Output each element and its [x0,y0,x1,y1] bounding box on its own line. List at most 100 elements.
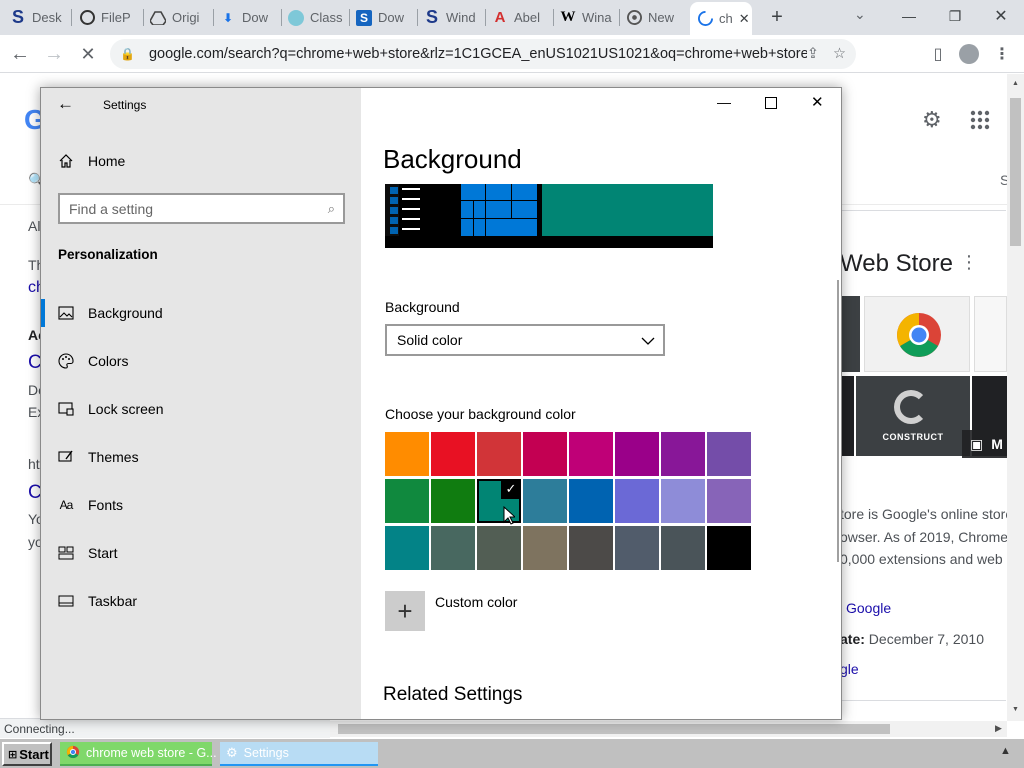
settings-content: — ✕ Background Background Solid color Ch… [361,88,841,719]
maximize-icon[interactable] [765,97,777,109]
restore-icon[interactable]: ❐ [932,0,978,32]
construct-logo [894,390,928,424]
more-options-icon[interactable]: ⋮ [960,252,978,273]
share-icon[interactable]: ⇪ [807,46,819,62]
preview-line [402,228,420,230]
nav-background[interactable]: Background [41,291,361,335]
preview-grid [485,184,486,236]
task-settings[interactable]: ⚙ Settings [220,742,378,766]
color-swatch[interactable] [615,526,659,570]
back-arrow-icon[interactable]: ← [57,94,74,114]
chevron-down-icon[interactable]: ⌄ [854,6,874,26]
content-scrollbar[interactable] [837,280,839,562]
nav-taskbar[interactable]: Taskbar [41,579,361,623]
new-tab-icon[interactable]: + [766,6,788,28]
custom-color-label[interactable]: Custom color [435,594,517,610]
color-swatch[interactable] [661,526,705,570]
color-swatch[interactable] [431,479,475,523]
color-swatch[interactable] [707,479,751,523]
stop-icon[interactable]: ✕ [74,40,102,68]
menu-icon[interactable]: ⋮ [988,40,1016,68]
scroll-thumb[interactable] [1010,98,1021,246]
task-chrome[interactable]: chrome web store - G... [60,742,217,766]
panel-title: Web Store [840,250,953,277]
nav-lock-screen[interactable]: Lock screen [41,387,361,431]
minimize-icon[interactable]: — [886,0,932,32]
nav-fonts[interactable]: Aa Fonts [41,483,361,527]
tab-8[interactable]: W Wina [560,0,620,35]
find-setting-input[interactable]: Find a setting ⌕ [58,193,345,224]
close-window-icon[interactable]: ✕ [978,0,1024,32]
background-type-select[interactable]: Solid color [385,324,665,356]
color-swatch[interactable] [385,526,429,570]
add-custom-color-button[interactable]: + [385,591,425,631]
address-bar[interactable]: 🔒 google.com/search?q=chrome+web+store&r… [110,39,856,69]
result-text: Al [28,218,41,234]
nav-start[interactable]: Start [41,531,361,575]
tab-2[interactable]: Origi [150,0,214,35]
color-swatch[interactable] [569,526,613,570]
developer-link[interactable]: Google [846,600,891,616]
tab-3[interactable]: ⬇ Dow [220,0,282,35]
color-swatch[interactable] [569,479,613,523]
tab-6[interactable]: S Wind [424,0,486,35]
tab-9[interactable]: New [626,0,686,35]
forward-icon[interactable]: → [40,40,68,68]
panel-divider [838,210,1006,211]
back-icon[interactable]: ← [6,40,34,68]
color-swatch[interactable] [385,432,429,476]
nav-home[interactable]: Home [41,139,361,183]
color-swatch[interactable] [431,526,475,570]
tab-0[interactable]: S Desk [10,0,72,35]
tab-4[interactable]: Class [288,0,350,35]
wikipedia-icon: W [560,9,576,25]
color-swatch[interactable] [523,479,567,523]
color-swatch[interactable] [707,526,751,570]
color-swatch[interactable] [431,432,475,476]
tab-7[interactable]: A Abel [492,0,554,35]
loading-icon [697,11,713,27]
color-swatch[interactable] [477,432,521,476]
color-swatch[interactable] [615,479,659,523]
search-icon[interactable]: ⌕ [328,201,335,217]
scroll-up-icon[interactable]: ▲ [1012,80,1019,87]
color-swatch[interactable] [707,432,751,476]
chevron-down-icon [641,332,655,348]
vertical-scrollbar[interactable]: ▲ ▼ [1007,74,1024,721]
star-icon[interactable]: ☆ [833,46,846,62]
color-swatch[interactable] [569,432,613,476]
color-swatch[interactable] [661,432,705,476]
scroll-down-icon[interactable]: ▼ [1012,706,1019,713]
tray-arrow-icon[interactable]: ▲ [1000,745,1011,757]
chrome-image-tile[interactable] [864,296,970,372]
apps-grid-icon[interactable] [970,110,990,135]
color-swatch[interactable] [477,526,521,570]
color-swatch[interactable] [385,479,429,523]
construct-image-tile[interactable]: CONSTRUCT [856,376,970,456]
color-swatch[interactable] [523,526,567,570]
image-tile[interactable] [974,296,1007,372]
color-swatch[interactable] [661,479,705,523]
gear-icon: ⚙ [226,745,238,760]
settings-gear-icon[interactable]: ⚙ [922,108,946,132]
color-swatch[interactable] [615,432,659,476]
image-tile[interactable] [842,296,860,372]
start-button[interactable]: ⊞ Start [2,742,52,766]
scroll-right-icon[interactable]: ▶ [995,723,1002,734]
tab-active[interactable]: ch ✕ [690,2,752,35]
image-tile[interactable] [842,376,854,456]
panel-link[interactable]: gle [840,661,859,677]
close-icon[interactable]: ✕ [811,93,824,111]
close-icon[interactable]: ✕ [739,11,750,27]
url-text[interactable]: google.com/search?q=chrome+web+store&rlz… [149,46,807,62]
profile-avatar[interactable] [959,44,979,64]
hscroll-thumb[interactable] [338,724,890,734]
nav-colors[interactable]: Colors [41,339,361,383]
nav-themes[interactable]: Themes [41,435,361,479]
sidepanel-icon[interactable]: ▯ [924,40,952,68]
more-images-button[interactable]: ▣ M [962,430,1007,458]
tab-1[interactable]: FileP [80,0,144,35]
minimize-icon[interactable]: — [717,94,731,110]
color-swatch[interactable] [523,432,567,476]
tab-5[interactable]: S Dow [356,0,418,35]
